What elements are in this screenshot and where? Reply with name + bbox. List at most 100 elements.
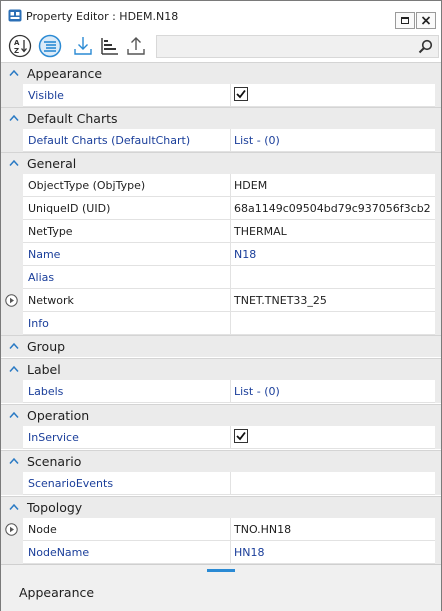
chevron-up-icon	[9, 69, 19, 76]
property-name: Alias	[28, 271, 55, 284]
search-icon[interactable]	[418, 39, 433, 54]
property-name: Name	[28, 248, 61, 261]
property-name-cell: ScenarioEvents	[23, 472, 231, 495]
property-name-cell: NodeName	[23, 541, 231, 564]
row-edge	[435, 84, 441, 107]
inservice-checkbox[interactable]	[234, 429, 248, 443]
category-operation[interactable]: Operation	[1, 404, 441, 426]
property-name: Node	[28, 523, 57, 536]
property-row-node[interactable]: Node TNO.HN18	[1, 518, 441, 541]
import-button[interactable]	[71, 34, 95, 58]
row-edge	[435, 129, 441, 152]
property-row-nettype[interactable]: NetType THERMAL	[1, 220, 441, 243]
visible-checkbox[interactable]	[234, 87, 248, 101]
property-name: NetType	[28, 225, 73, 238]
property-value[interactable]: HN18	[234, 546, 265, 559]
property-value-cell[interactable]: 68a1149c09504bd79c937056f3cb2	[231, 197, 435, 220]
property-name-cell: ObjectType (ObjType)	[23, 174, 231, 197]
category-scenario[interactable]: Scenario	[1, 450, 441, 472]
property-value-cell[interactable]: N18	[231, 243, 435, 266]
category-label: Default Charts	[27, 111, 118, 126]
row-edge	[435, 380, 441, 403]
sort-categorized-button[interactable]	[38, 34, 62, 58]
property-value-cell[interactable]: HN18	[231, 541, 435, 564]
property-value[interactable]: List - (0)	[234, 385, 280, 398]
panel-splitter-handle[interactable]	[207, 569, 235, 572]
property-value-cell[interactable]	[231, 426, 435, 449]
property-name-cell: Visible	[23, 84, 231, 107]
property-row-objecttype[interactable]: ObjectType (ObjType) HDEM	[1, 174, 441, 197]
export-button[interactable]	[124, 34, 148, 58]
category-topology[interactable]: Topology	[1, 496, 441, 518]
property-name-cell: Name	[23, 243, 231, 266]
property-name: Network	[28, 294, 74, 307]
row-gutter	[1, 289, 23, 312]
search-input[interactable]	[156, 35, 439, 58]
download-icon	[74, 37, 92, 55]
property-value-cell[interactable]: THERMAL	[231, 220, 435, 243]
restore-button[interactable]	[395, 12, 415, 29]
close-button[interactable]	[416, 12, 436, 29]
property-name: Visible	[28, 89, 64, 102]
description-panel: Appearance	[1, 564, 441, 611]
property-value-cell[interactable]: TNET.TNET33_25	[231, 289, 435, 312]
sort-alphabetical-button[interactable]: A Z	[8, 34, 32, 58]
row-edge	[435, 266, 441, 289]
property-value-cell[interactable]	[231, 266, 435, 289]
category-general[interactable]: General	[1, 152, 441, 174]
category-label-group[interactable]: Label	[1, 358, 441, 380]
title-bar[interactable]: Property Editor : HDEM.N18	[1, 1, 441, 31]
property-row-scenarioevents[interactable]: ScenarioEvents	[1, 472, 441, 495]
category-appearance[interactable]: Appearance	[1, 62, 441, 84]
row-gutter	[1, 197, 23, 220]
property-value[interactable]: List - (0)	[234, 134, 280, 147]
row-gutter	[1, 541, 23, 564]
chevron-up-icon	[9, 342, 19, 349]
row-gutter	[1, 518, 23, 541]
bar-list-icon	[101, 38, 118, 55]
property-row-name[interactable]: Name N18	[1, 243, 441, 266]
property-row-inservice[interactable]: InService	[1, 426, 441, 449]
property-row-labels[interactable]: Labels List - (0)	[1, 380, 441, 403]
property-value-cell[interactable]	[231, 312, 435, 335]
property-value-cell[interactable]	[231, 84, 435, 107]
property-row-default-charts[interactable]: Default Charts (DefaultChart) List - (0)	[1, 129, 441, 152]
property-value-cell[interactable]: TNO.HN18	[231, 518, 435, 541]
row-gutter	[1, 380, 23, 403]
property-value-cell[interactable]: List - (0)	[231, 380, 435, 403]
row-edge	[435, 197, 441, 220]
category-label: Topology	[27, 500, 83, 515]
property-name-cell: Labels	[23, 380, 231, 403]
property-row-visible[interactable]: Visible	[1, 84, 441, 107]
window-title: Property Editor : HDEM.N18	[26, 10, 179, 23]
app-icon	[8, 9, 22, 22]
property-value[interactable]: N18	[234, 248, 256, 261]
expand-arrow-icon[interactable]	[5, 523, 18, 536]
expand-arrow-icon[interactable]	[5, 294, 18, 307]
chevron-up-icon	[9, 411, 19, 418]
sort-list-button[interactable]	[98, 34, 122, 58]
property-row-uniqueid[interactable]: UniqueID (UID) 68a1149c09504bd79c937056f…	[1, 197, 441, 220]
category-label: Label	[27, 362, 61, 377]
category-label: Scenario	[27, 454, 82, 469]
row-edge	[435, 541, 441, 564]
chevron-up-icon	[9, 159, 19, 166]
category-default-charts[interactable]: Default Charts	[1, 107, 441, 129]
description-title: Appearance	[19, 585, 95, 600]
property-value-cell[interactable]	[231, 472, 435, 495]
property-row-network[interactable]: Network TNET.TNET33_25	[1, 289, 441, 312]
svg-text:Z: Z	[14, 47, 19, 55]
property-row-info[interactable]: Info	[1, 312, 441, 335]
property-row-nodename[interactable]: NodeName HN18	[1, 541, 441, 564]
category-group[interactable]: Group	[1, 335, 441, 357]
row-edge	[435, 312, 441, 335]
category-label: Operation	[27, 408, 90, 423]
property-value-cell[interactable]: HDEM	[231, 174, 435, 197]
property-value: THERMAL	[234, 225, 287, 238]
property-name-cell: Network	[23, 289, 231, 312]
property-name: Default Charts (DefaultChart)	[28, 134, 191, 147]
property-value-cell[interactable]: List - (0)	[231, 129, 435, 152]
property-row-alias[interactable]: Alias	[1, 266, 441, 289]
property-value: 68a1149c09504bd79c937056f3cb2	[234, 202, 431, 215]
row-edge	[435, 426, 441, 449]
